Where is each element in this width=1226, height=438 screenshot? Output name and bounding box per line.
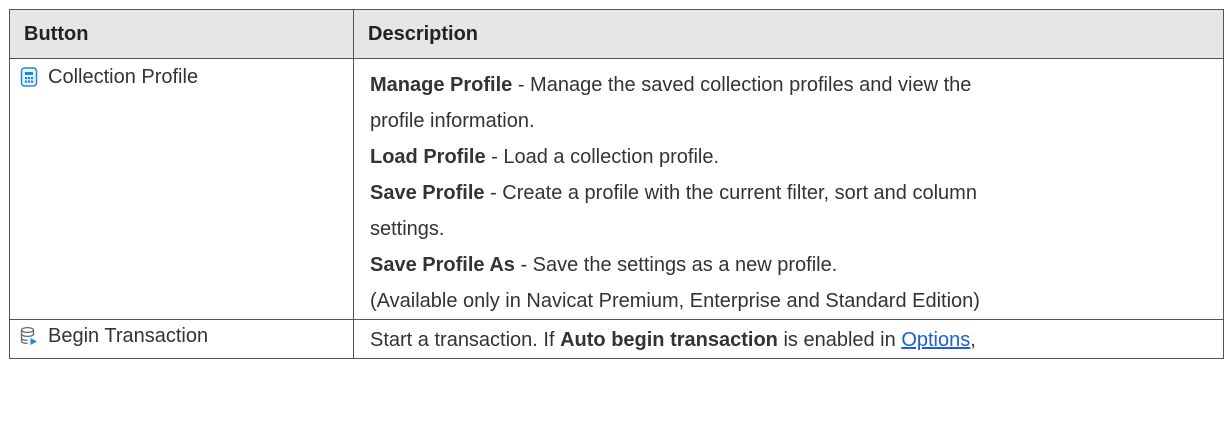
begin-transaction-label: Begin Transaction xyxy=(48,325,209,347)
table-row: Collection Profile Manage Profile - Mana… xyxy=(9,58,1224,320)
header-button: Button xyxy=(9,9,354,59)
desc-line: settings. xyxy=(370,218,445,240)
button-cell: Collection Profile xyxy=(9,58,354,320)
desc-line: Manage Profile - Manage the saved collec… xyxy=(370,74,972,96)
begin-transaction-icon xyxy=(20,326,37,345)
options-link[interactable]: Options xyxy=(901,329,970,351)
desc-line: (Available only in Navicat Premium, Ente… xyxy=(370,290,980,312)
collection-profile-label: Collection Profile xyxy=(48,66,199,88)
buttons-table: Button Description Collection Profile Ma… xyxy=(9,9,1224,359)
table-row: Begin Transaction Start a transaction. I… xyxy=(9,319,1224,359)
desc-line: Save Profile As - Save the settings as a… xyxy=(370,254,838,276)
button-cell: Begin Transaction xyxy=(9,319,354,359)
collection-profile-icon xyxy=(20,67,38,87)
table-header-row: Button Description xyxy=(9,9,1224,59)
desc-line: profile information. xyxy=(370,110,535,132)
header-description: Description xyxy=(353,9,1224,59)
begin-transaction-description: Start a transaction. If Auto begin trans… xyxy=(353,319,1224,359)
desc-line: Load Profile - Load a collection profile… xyxy=(370,146,720,168)
collection-profile-description: Manage Profile - Manage the saved collec… xyxy=(353,58,1224,320)
desc-line: Save Profile - Create a profile with the… xyxy=(370,182,977,204)
desc-line: Start a transaction. If Auto begin trans… xyxy=(370,329,976,351)
